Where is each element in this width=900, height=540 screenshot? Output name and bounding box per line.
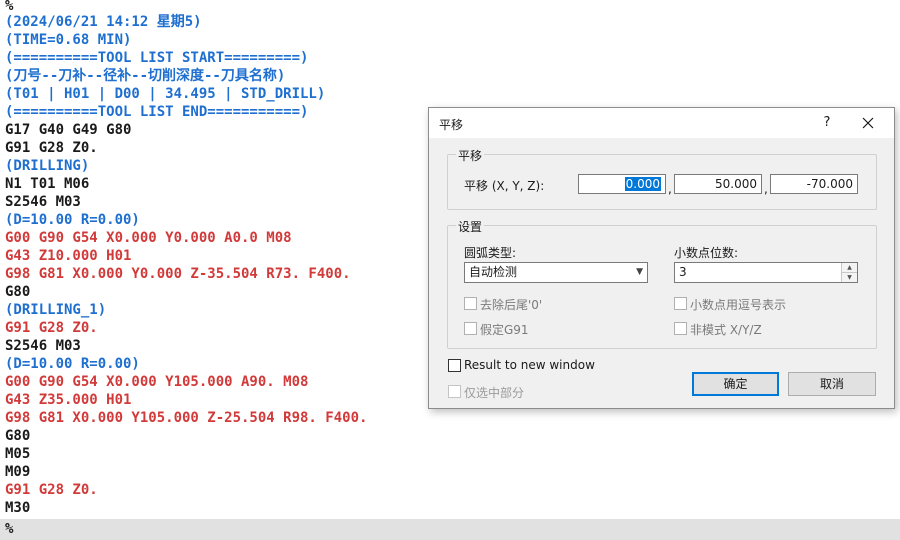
- selected-only-label: 仅选中部分: [464, 386, 525, 400]
- stepper-up-icon[interactable]: ▲: [842, 263, 857, 273]
- code-line: (DRILLING_1): [5, 302, 107, 318]
- settings-group: 设置 圆弧类型: 自动检测 ▼ 小数点位数: 3 ▲ ▼ 去除后尾'0' 小数点…: [447, 218, 877, 349]
- arc-type-select[interactable]: 自动检测 ▼: [464, 262, 648, 283]
- code-line: (==========TOOL LIST START=========): [5, 50, 309, 66]
- code-line: G00 G90 G54 X0.000 Y0.000 A0.0 M08: [5, 230, 292, 246]
- separator-comma: ,: [764, 182, 768, 196]
- ok-button[interactable]: 确定: [692, 372, 779, 396]
- code-line: G17 G40 G49 G80: [5, 122, 132, 138]
- code-line: M05: [5, 446, 31, 462]
- code-line: G98 G81 X0.000 Y105.000 Z-25.504 R98. F4…: [5, 410, 368, 426]
- code-line: G91 G28 Z0.: [5, 320, 98, 336]
- remove-trailing-zero-checkbox[interactable]: [464, 297, 477, 310]
- editor-bottom-bar: %: [0, 519, 900, 540]
- code-line: N1 T01 M06: [5, 176, 90, 192]
- help-button[interactable]: ?: [819, 113, 835, 133]
- result-to-new-window-label: Result to new window: [464, 358, 595, 372]
- settings-group-label: 设置: [456, 218, 485, 235]
- code-line: (D=10.00 R=0.00): [5, 212, 140, 228]
- assume-g91-label: 假定G91: [480, 323, 529, 337]
- code-line: (2024/06/21 14:12 星期5): [5, 14, 202, 30]
- selected-only-checkbox: [448, 385, 461, 398]
- non-modal-xyz-checkbox[interactable]: [674, 322, 687, 335]
- code-line: S2546 M03: [5, 194, 81, 210]
- code-line: (DRILLING): [5, 158, 90, 174]
- chevron-down-icon: ▼: [636, 267, 643, 277]
- decimal-comma-checkbox[interactable]: [674, 297, 687, 310]
- arc-type-value: 自动检测: [469, 265, 518, 279]
- translate-dialog: 平移 ? 平移 平移 (X, Y, Z): 0.000 , 50.000 , -…: [428, 107, 895, 409]
- translate-z-input[interactable]: -70.000: [770, 174, 858, 194]
- close-icon[interactable]: [857, 112, 879, 134]
- code-line: G80: [5, 428, 31, 444]
- code-line: G98 G81 X0.000 Y0.000 Z-35.504 R73. F400…: [5, 266, 351, 282]
- code-line: S2546 M03: [5, 338, 81, 354]
- remove-trailing-zero-label: 去除后尾'0': [480, 298, 543, 312]
- code-line: G43 Z35.000 H01: [5, 392, 132, 408]
- translate-group-label: 平移: [456, 147, 485, 164]
- arc-type-label: 圆弧类型:: [464, 246, 517, 260]
- code-line: (==========TOOL LIST END===========): [5, 104, 309, 120]
- code-line: (TIME=0.68 MIN): [5, 32, 132, 48]
- dialog-title: 平移: [439, 118, 464, 132]
- assume-g91-checkbox[interactable]: [464, 322, 477, 335]
- separator-comma: ,: [668, 182, 672, 196]
- code-line: (D=10.00 R=0.00): [5, 356, 140, 372]
- editor-bottom-percent: %: [5, 521, 14, 537]
- translate-group: 平移 平移 (X, Y, Z): 0.000 , 50.000 , -70.00…: [447, 147, 877, 210]
- decimals-label: 小数点位数:: [674, 246, 739, 260]
- stepper-buttons[interactable]: ▲ ▼: [841, 263, 857, 282]
- cancel-button[interactable]: 取消: [788, 372, 876, 396]
- result-to-new-window-checkbox[interactable]: [448, 359, 461, 372]
- decimal-comma-label: 小数点用逗号表示: [690, 298, 787, 312]
- non-modal-xyz-label: 非模式 X/Y/Z: [690, 323, 762, 337]
- translate-x-input[interactable]: 0.000: [578, 174, 666, 194]
- code-line: (刀号--刀补--径补--切削深度--刀具名称): [5, 68, 286, 84]
- code-line: G91 G28 Z0.: [5, 140, 98, 156]
- decimals-value: 3: [679, 265, 687, 279]
- code-line: G91 G28 Z0.: [5, 482, 98, 498]
- decimals-stepper[interactable]: 3 ▲ ▼: [674, 262, 858, 283]
- code-line: G43 Z10.000 H01: [5, 248, 132, 264]
- translate-field-label: 平移 (X, Y, Z):: [464, 179, 545, 193]
- stepper-down-icon[interactable]: ▼: [842, 273, 857, 282]
- code-line: G00 G90 G54 X0.000 Y105.000 A90. M08: [5, 374, 309, 390]
- code-line: M09: [5, 464, 31, 480]
- code-line: M30: [5, 500, 31, 516]
- dialog-titlebar[interactable]: 平移 ?: [429, 108, 894, 138]
- translate-y-input[interactable]: 50.000: [674, 174, 762, 194]
- code-line: (T01 | H01 | D00 | 34.495 | STD_DRILL): [5, 86, 326, 102]
- code-line: G80: [5, 284, 31, 300]
